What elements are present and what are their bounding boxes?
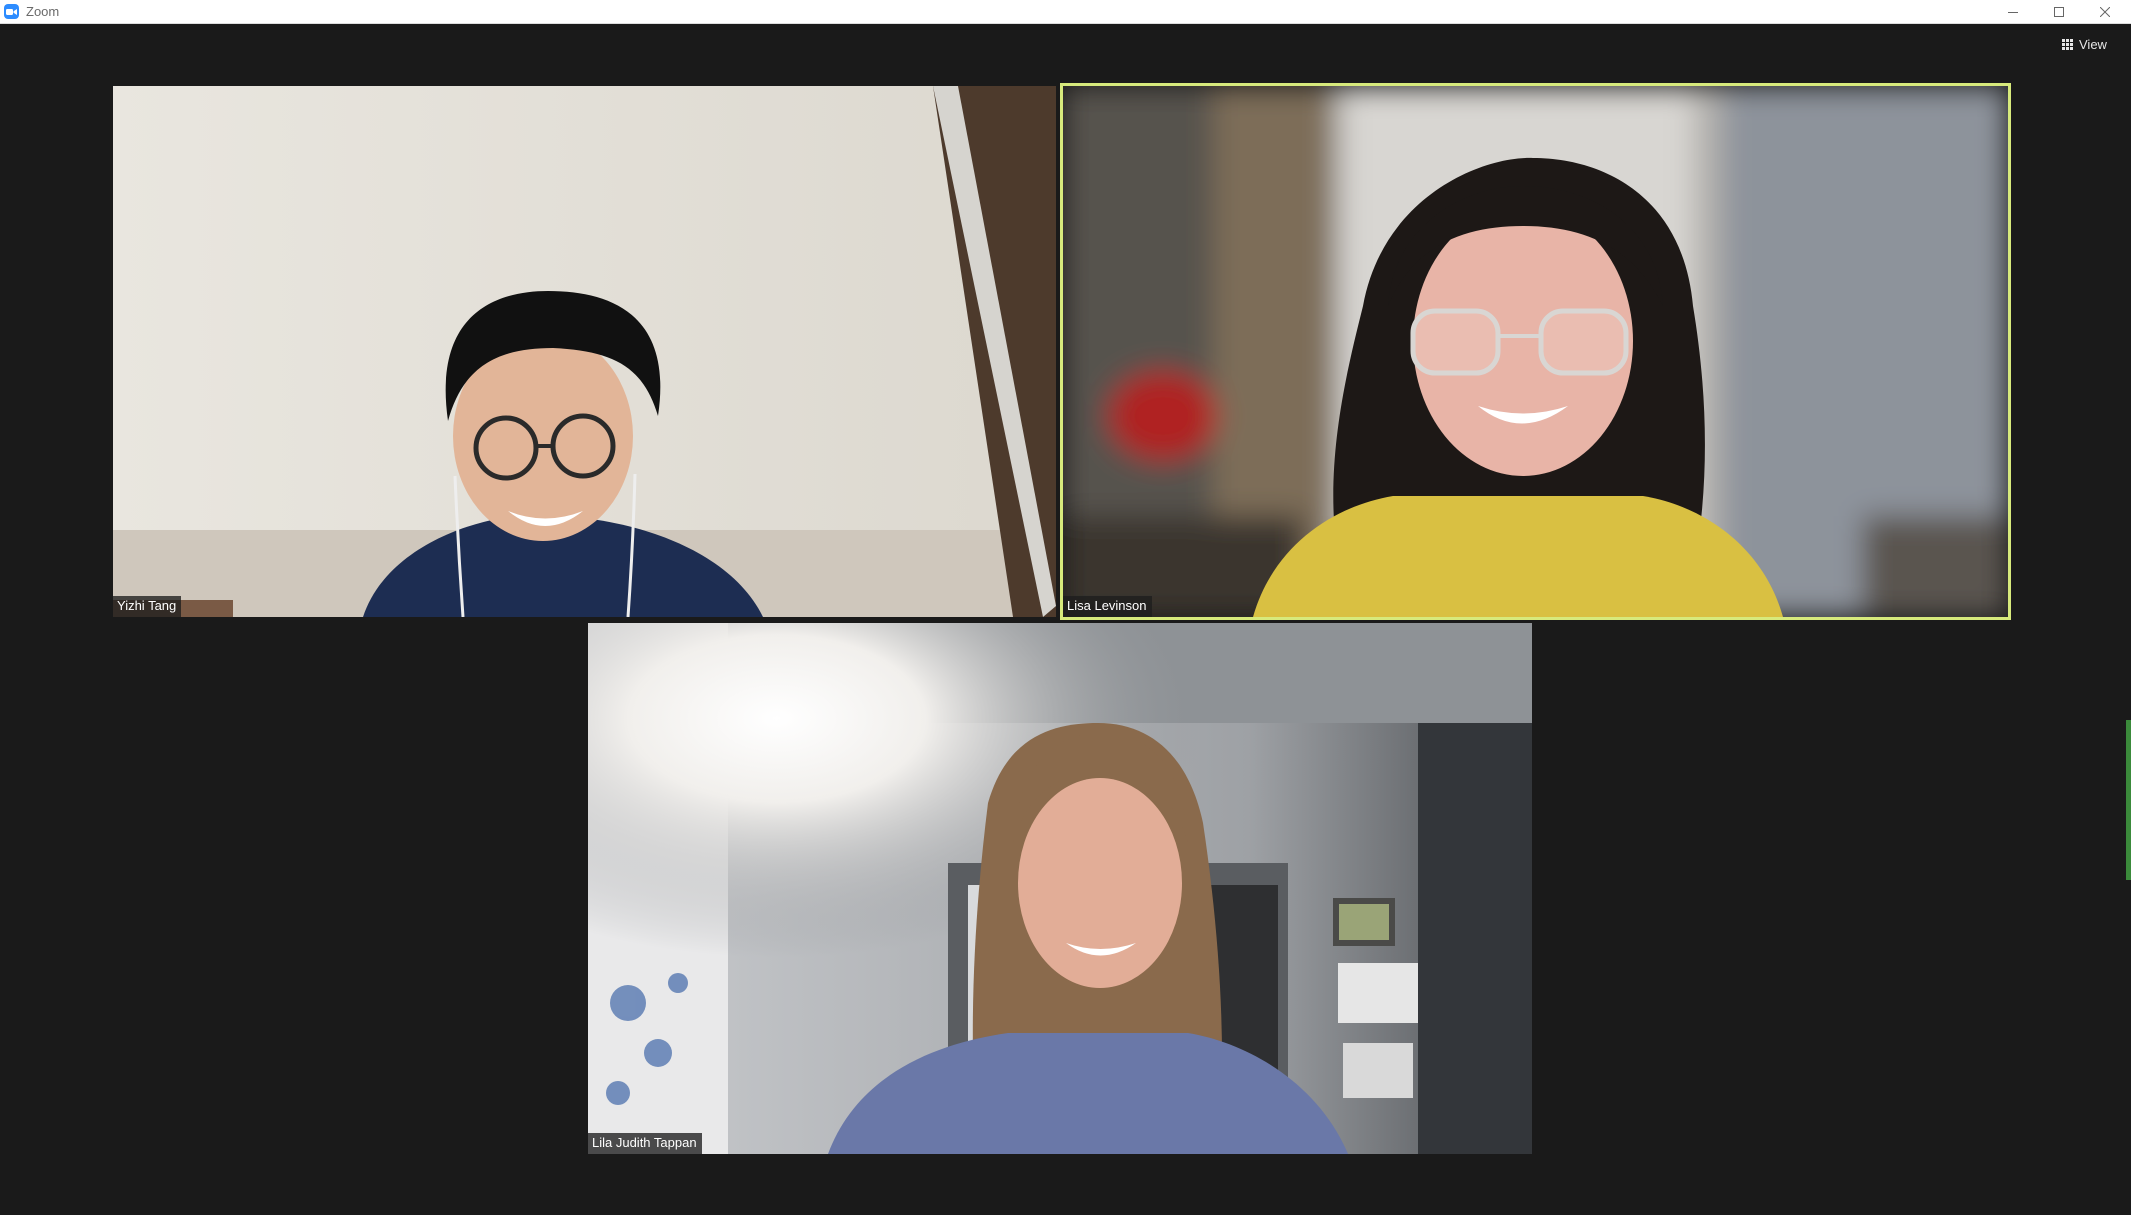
maximize-icon[interactable] bbox=[2036, 0, 2082, 24]
view-label: View bbox=[2079, 36, 2107, 52]
zoom-app-icon bbox=[4, 4, 19, 19]
grid-icon bbox=[2062, 38, 2073, 50]
participant-name-label: Yizhi Tang bbox=[113, 596, 182, 617]
minimize-icon[interactable] bbox=[1990, 0, 2036, 24]
window-title-bar: Zoom bbox=[0, 0, 2131, 24]
participant-name-label: Lila Judith Tappan bbox=[588, 1133, 702, 1154]
window-title: Zoom bbox=[26, 4, 60, 19]
view-button[interactable]: View bbox=[2062, 34, 2107, 54]
video-feed bbox=[113, 86, 1056, 617]
close-icon[interactable] bbox=[2082, 0, 2128, 24]
video-tile-lisa-levinson[interactable]: Lisa Levinson bbox=[1060, 83, 2011, 620]
video-feed bbox=[588, 623, 1532, 1154]
background-window-edge bbox=[2126, 720, 2131, 880]
video-feed bbox=[1063, 86, 2008, 617]
video-tile-lila-judith-tappan[interactable]: Lila Judith Tappan bbox=[588, 623, 1532, 1154]
participant-name-label: Lisa Levinson bbox=[1063, 596, 1152, 617]
video-tile-yizhi-tang[interactable]: Yizhi Tang bbox=[113, 86, 1056, 617]
